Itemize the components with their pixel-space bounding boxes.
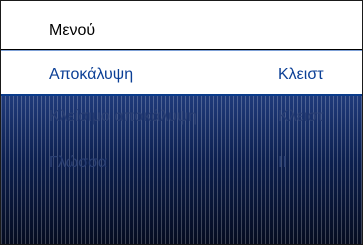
menu-item-value: Κλειστ	[278, 66, 324, 83]
menu-header: Μενού	[1, 1, 362, 50]
menu-item-value: ΙΙ	[278, 154, 287, 171]
menu-screen: Μενού Αποκάλυψη Κλειστ Κλείσιμο αποκάλυψ…	[0, 0, 363, 245]
menu-item-label: Κλείσιμο αποκάλυψη	[49, 108, 198, 125]
submenu-panel: Κλείσιμο αποκάλυψη Κλειστ Γλώσσα ΙΙ	[1, 96, 362, 244]
menu-item-language[interactable]: Γλώσσα ΙΙ	[1, 142, 362, 188]
menu-item-close-reveal[interactable]: Κλείσιμο αποκάλυψη Κλειστ	[1, 96, 362, 142]
menu-item-label: Γλώσσα	[49, 154, 108, 171]
menu-item-value: Κλειστ	[278, 108, 324, 125]
menu-item-label: Αποκάλυψη	[49, 66, 134, 83]
menu-title: Μενού	[49, 22, 96, 39]
menu-item-reveal[interactable]: Αποκάλυψη Κλειστ	[1, 50, 362, 96]
